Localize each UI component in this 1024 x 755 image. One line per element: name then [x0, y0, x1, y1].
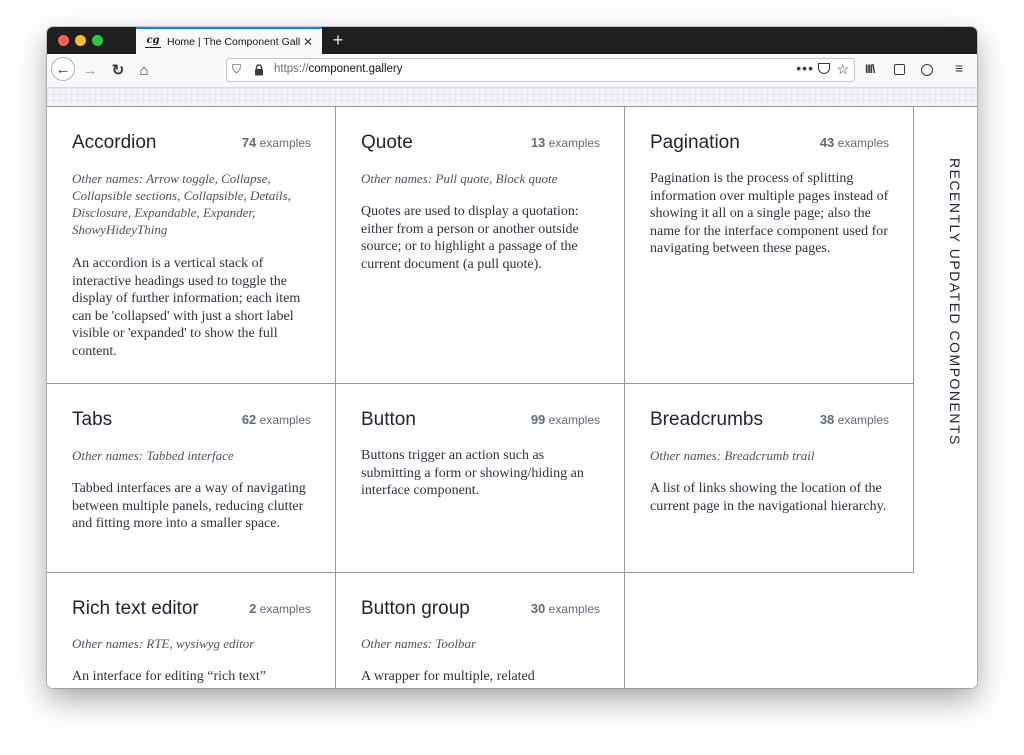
example-count: 2 examples — [249, 601, 311, 616]
component-aliases: Other names: Pull quote, Block quote — [361, 171, 558, 186]
component-card-quote[interactable]: Quote 13 examples Other names: Pull quot… — [336, 107, 625, 384]
component-card-button[interactable]: Button 99 examples Buttons trigger an ac… — [336, 384, 625, 573]
back-button[interactable]: ← — [51, 57, 75, 81]
component-aliases: Other names: Breadcrumb trail — [650, 448, 815, 463]
component-description: Buttons trigger an action such as submit… — [361, 448, 584, 498]
component-name[interactable]: Accordion — [72, 132, 157, 154]
sidebar-icon[interactable] — [894, 64, 905, 75]
component-name[interactable]: Breadcrumbs — [650, 409, 763, 431]
close-tab-icon[interactable]: ✕ — [300, 35, 316, 49]
close-window-button[interactable] — [58, 35, 69, 46]
home-button[interactable]: ⌂ — [133, 59, 155, 81]
page-actions-icon[interactable]: ••• — [796, 60, 814, 76]
reload-button[interactable]: ↻ — [107, 59, 129, 81]
component-name[interactable]: Button — [361, 409, 416, 431]
component-card-accordion[interactable]: Accordion 74 examples Other names: Arrow… — [47, 107, 336, 384]
account-icon[interactable] — [921, 64, 933, 76]
example-count: 62 examples — [241, 412, 311, 427]
component-card-pagination[interactable]: Pagination 43 examples Pagination is the… — [625, 107, 914, 384]
header-pattern — [47, 88, 977, 107]
recently-updated-heading: RECENTLY UPDATED COMPONENTS — [947, 158, 963, 446]
tab-title: Home | The Component Gallery — [167, 35, 300, 48]
component-aliases: Other names: RTE, wysiwyg editor — [72, 636, 255, 651]
component-description: An accordion is a vertical stack of inte… — [72, 256, 301, 359]
url-text[interactable]: https://component.gallery — [274, 63, 403, 75]
browser-window: cg Home | The Component Gallery ✕ + ← → … — [47, 27, 977, 688]
component-description: Quotes are used to display a quotation: … — [361, 204, 579, 272]
component-aliases: Other names: Arrow toggle, Collapse, Col… — [72, 171, 291, 237]
minimize-window-button[interactable] — [75, 35, 86, 46]
new-tab-button[interactable]: + — [328, 29, 348, 51]
component-card-breadcrumbs[interactable]: Breadcrumbs 38 examples Other names: Bre… — [625, 384, 914, 573]
component-description: A wrapper for multiple, related — [361, 669, 535, 684]
shield-icon[interactable]: ⛉ — [232, 62, 241, 77]
component-aliases: Other names: Toolbar — [361, 636, 477, 651]
bookmark-star-icon[interactable]: ☆ — [836, 61, 849, 78]
lock-icon[interactable] — [254, 64, 264, 76]
component-name[interactable]: Pagination — [650, 132, 740, 154]
component-name[interactable]: Button group — [361, 598, 470, 620]
component-aliases: Other names: Tabbed interface — [72, 448, 234, 463]
component-name[interactable]: Rich text editor — [72, 598, 199, 620]
page-content: Accordion 74 examples Other names: Arrow… — [47, 88, 977, 688]
forward-button[interactable]: → — [79, 59, 101, 81]
example-count: 43 examples — [819, 135, 889, 150]
navigation-toolbar: ← → ↻ ⌂ ⛉ https://component.gallery ••• … — [47, 54, 977, 88]
component-card-button-group[interactable]: Button group 30 examples Other names: To… — [336, 573, 625, 688]
tab-strip: cg Home | The Component Gallery ✕ + — [47, 27, 977, 54]
tab-active[interactable]: cg Home | The Component Gallery ✕ — [136, 27, 322, 54]
component-description: Pagination is the process of splitting i… — [650, 171, 889, 256]
menu-icon[interactable]: ≡ — [955, 60, 963, 76]
example-count: 30 examples — [530, 601, 600, 616]
library-icon[interactable]: III\ — [865, 62, 875, 76]
component-description: A list of links showing the location of … — [650, 481, 887, 514]
pocket-icon[interactable] — [818, 63, 830, 74]
component-description: An interface for editing “rich text” — [72, 669, 266, 684]
favicon-icon: cg — [145, 35, 161, 48]
example-count: 38 examples — [819, 412, 889, 427]
component-description: Tabbed interfaces are a way of navigatin… — [72, 481, 306, 531]
component-name[interactable]: Quote — [361, 132, 413, 154]
example-count: 99 examples — [530, 412, 600, 427]
component-card-tabs[interactable]: Tabs 62 examples Other names: Tabbed int… — [47, 384, 336, 573]
zoom-window-button[interactable] — [92, 35, 103, 46]
component-name[interactable]: Tabs — [72, 409, 112, 431]
address-bar[interactable]: ⛉ https://component.gallery ••• ☆ — [226, 58, 855, 82]
component-card-rich-text-editor[interactable]: Rich text editor 2 examples Other names:… — [47, 573, 336, 688]
example-count: 13 examples — [530, 135, 600, 150]
example-count: 74 examples — [241, 135, 311, 150]
